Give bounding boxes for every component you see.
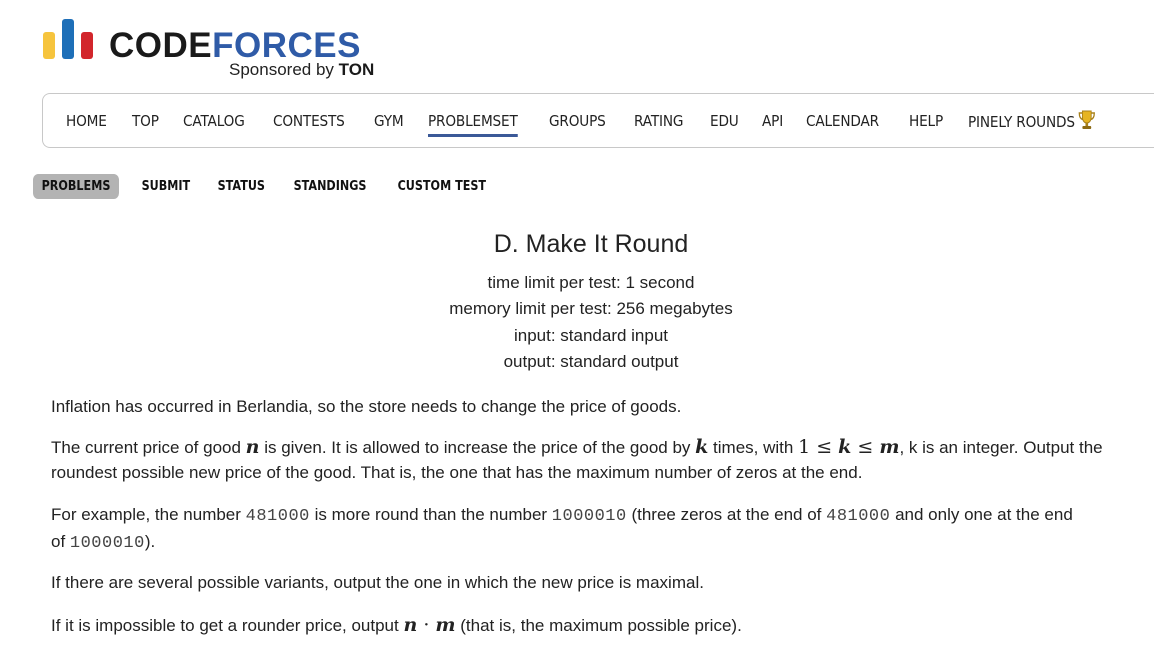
output-spec: output: standard output xyxy=(503,352,679,371)
time-limit: time limit per test: 1 second xyxy=(487,273,695,292)
text: is given. It is allowed to increase the … xyxy=(259,438,696,457)
math-n: n xyxy=(245,436,260,458)
text: is more round than the number xyxy=(309,505,552,524)
math-k: k xyxy=(838,436,852,458)
statement-paragraph-2: The current price of good n is given. It… xyxy=(51,435,1131,485)
statement-paragraph-5: If it is impossible to get a rounder pri… xyxy=(51,613,1131,638)
logo-bars-icon xyxy=(43,19,93,59)
math-n: n xyxy=(403,614,418,636)
number-1000010: 1000010 xyxy=(551,507,627,526)
nav-top[interactable]: TOP xyxy=(132,112,159,130)
math-k: k xyxy=(695,436,709,458)
problemset-submenu: PROBLEMS SUBMIT STATUS STANDINGS CUSTOM … xyxy=(33,174,512,199)
submenu-submit[interactable]: SUBMIT xyxy=(133,174,199,199)
codeforces-logo[interactable]: CODEFORCES Sponsored by TON xyxy=(42,18,402,82)
trophy-icon xyxy=(1078,110,1095,129)
submenu-custom-test[interactable]: CUSTOM TEST xyxy=(389,174,495,199)
nav-gym[interactable]: GYM xyxy=(374,112,404,130)
math-le: ≤ xyxy=(851,436,880,458)
nav-pinely-rounds[interactable]: PINELY ROUNDS xyxy=(968,110,1097,131)
main-menu: HOME TOP CATALOG CONTESTS GYM PROBLEMSET… xyxy=(42,93,1154,148)
math-m: m xyxy=(879,436,900,458)
input-spec: input: standard input xyxy=(513,326,669,345)
nav-edu[interactable]: EDU xyxy=(710,112,739,130)
submenu-status[interactable]: STATUS xyxy=(209,174,274,199)
text: and only one at the end xyxy=(890,505,1073,524)
nav-calendar[interactable]: CALENDAR xyxy=(806,112,879,130)
sponsor-prefix: Sponsored by xyxy=(229,60,334,79)
memory-limit: memory limit per test: 256 megabytes xyxy=(449,299,733,318)
submenu-problems[interactable]: PROBLEMS xyxy=(33,174,119,199)
text: ). xyxy=(144,532,156,551)
statement-paragraph-4: If there are several possible variants, … xyxy=(51,573,704,592)
number-481000: 481000 xyxy=(826,507,891,526)
math-dot: · xyxy=(417,614,436,636)
text: (three zeros at the end of xyxy=(626,505,827,524)
number-481000: 481000 xyxy=(245,507,310,526)
statement-paragraph-1: Inflation has occurred in Berlandia, so … xyxy=(51,397,682,416)
nav-pinely-rounds-label: PINELY ROUNDS xyxy=(967,113,1075,131)
nav-catalog[interactable]: CATALOG xyxy=(183,112,245,130)
math-le: ≤ xyxy=(810,436,839,458)
number-1000010: 1000010 xyxy=(69,534,145,553)
statement-paragraph-3: For example, the number 481000 is more r… xyxy=(51,502,1131,556)
nav-home[interactable]: HOME xyxy=(66,112,107,130)
submenu-standings[interactable]: STANDINGS xyxy=(285,174,375,199)
nav-groups[interactable]: GROUPS xyxy=(549,112,606,130)
math-m: m xyxy=(435,614,456,636)
nav-rating[interactable]: RATING xyxy=(634,112,683,130)
nav-problemset[interactable]: PROBLEMSET xyxy=(427,112,517,137)
text: roundest possible new price of the good.… xyxy=(51,463,863,482)
problem-title: D. Make It Round xyxy=(493,230,689,258)
text: , k is an integer. Output the xyxy=(899,438,1103,457)
logo-word-code: CODE xyxy=(109,26,213,65)
text: of xyxy=(51,532,70,551)
text: If it is impossible to get a rounder pri… xyxy=(51,616,404,635)
nav-api[interactable]: API xyxy=(762,112,783,130)
math-one: 1 xyxy=(798,436,811,458)
text: For example, the number xyxy=(51,505,246,524)
sponsor-line: Sponsored by TON xyxy=(229,60,374,80)
nav-help[interactable]: HELP xyxy=(909,112,943,130)
nav-contests[interactable]: CONTESTS xyxy=(273,112,345,130)
text: times, with xyxy=(708,438,799,457)
sponsor-name: TON xyxy=(338,60,375,79)
text: The current price of good xyxy=(51,438,246,457)
text: (that is, the maximum possible price). xyxy=(455,616,742,635)
